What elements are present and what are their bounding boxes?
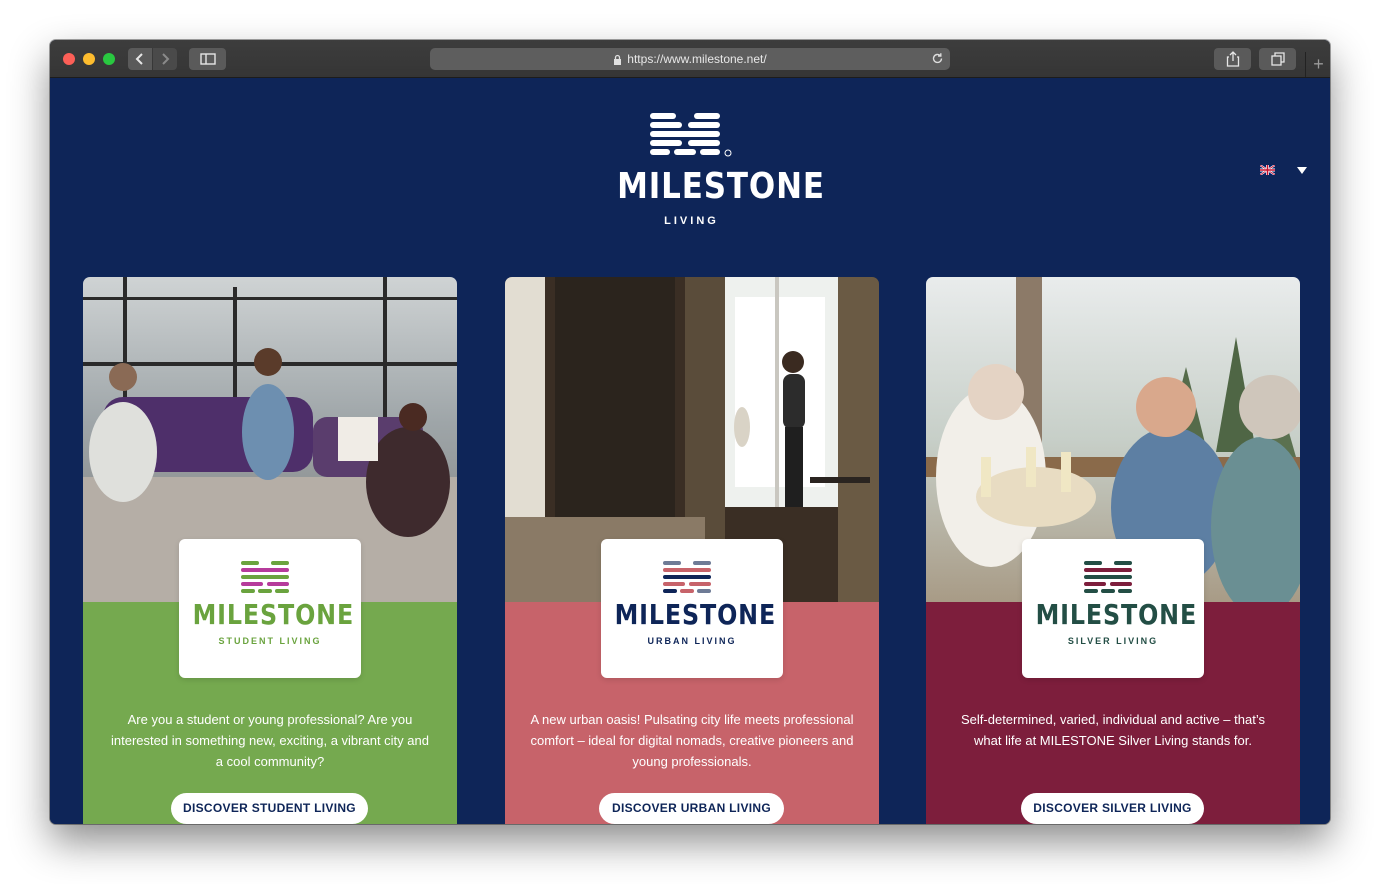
browser-toolbar: https://www.milestone.net/ + <box>50 40 1330 78</box>
page-content: MILESTONE LIVING MILESTONE STUDENT LIVIN… <box>50 78 1330 824</box>
badge-brand: MILESTONE <box>1035 598 1198 631</box>
milestone-logo[interactable]: MILESTONE LIVING <box>605 113 825 227</box>
brand-wordmark: MILESTONE <box>617 166 825 207</box>
badge-subtitle: SILVER LIVING <box>1067 636 1159 646</box>
chevron-left-icon <box>135 53 143 65</box>
student-living-badge: MILESTONE STUDENT LIVING <box>179 539 361 678</box>
show-tabs-button[interactable] <box>1259 48 1296 70</box>
badge-brand: MILESTONE <box>192 598 355 631</box>
browser-window: https://www.milestone.net/ + MILESTONE L… <box>50 40 1330 824</box>
urban-living-badge: MILESTONE URBAN LIVING <box>601 539 783 678</box>
minimize-window-button[interactable] <box>83 53 95 65</box>
address-url: https://www.milestone.net/ <box>627 52 767 66</box>
card-description: A new urban oasis! Pulsating city life m… <box>530 712 854 769</box>
student-living-card: MILESTONE STUDENT LIVING Are you a stude… <box>83 277 457 824</box>
brand-subtitle: LIVING <box>664 215 719 227</box>
milestone-mark-icon <box>1084 561 1132 593</box>
badge-subtitle: URBAN LIVING <box>647 636 737 646</box>
silver-living-card: MILESTONE SILVER LIVING Self-determined,… <box>926 277 1300 824</box>
chevron-right-icon <box>162 53 170 65</box>
sidebar-icon <box>199 53 216 65</box>
chevron-down-icon <box>1297 166 1307 174</box>
zoom-window-button[interactable] <box>103 53 115 65</box>
back-button[interactable] <box>128 48 152 70</box>
uk-flag-icon <box>1260 165 1275 175</box>
card-description: Self-determined, varied, individual and … <box>961 712 1265 748</box>
milestone-mark-icon <box>663 561 711 593</box>
tabs-icon <box>1270 52 1285 66</box>
close-window-button[interactable] <box>63 53 75 65</box>
share-button[interactable] <box>1214 48 1251 70</box>
urban-living-card: MILESTONE URBAN LIVING A new urban oasis… <box>505 277 879 824</box>
reload-icon[interactable] <box>931 52 944 68</box>
discover-urban-living-button[interactable]: DISCOVER URBAN LIVING <box>599 793 784 824</box>
discover-student-living-button[interactable]: DISCOVER STUDENT LIVING <box>171 793 368 824</box>
sidebar-toggle-button[interactable] <box>189 48 226 70</box>
badge-subtitle: STUDENT LIVING <box>218 636 322 646</box>
forward-button[interactable] <box>153 48 177 70</box>
lock-icon <box>613 54 622 65</box>
milestone-mark-icon <box>241 561 289 593</box>
badge-brand: MILESTONE <box>614 598 777 631</box>
address-bar[interactable]: https://www.milestone.net/ <box>430 48 950 70</box>
discover-silver-living-button[interactable]: DISCOVER SILVER LIVING <box>1021 793 1204 824</box>
card-description: Are you a student or young professional?… <box>111 712 429 769</box>
share-icon <box>1226 51 1239 67</box>
milestone-mark-icon <box>649 113 731 157</box>
silver-living-badge: MILESTONE SILVER LIVING <box>1022 539 1204 678</box>
language-selector[interactable] <box>1260 165 1307 175</box>
new-tab-button[interactable]: + <box>1305 52 1330 77</box>
